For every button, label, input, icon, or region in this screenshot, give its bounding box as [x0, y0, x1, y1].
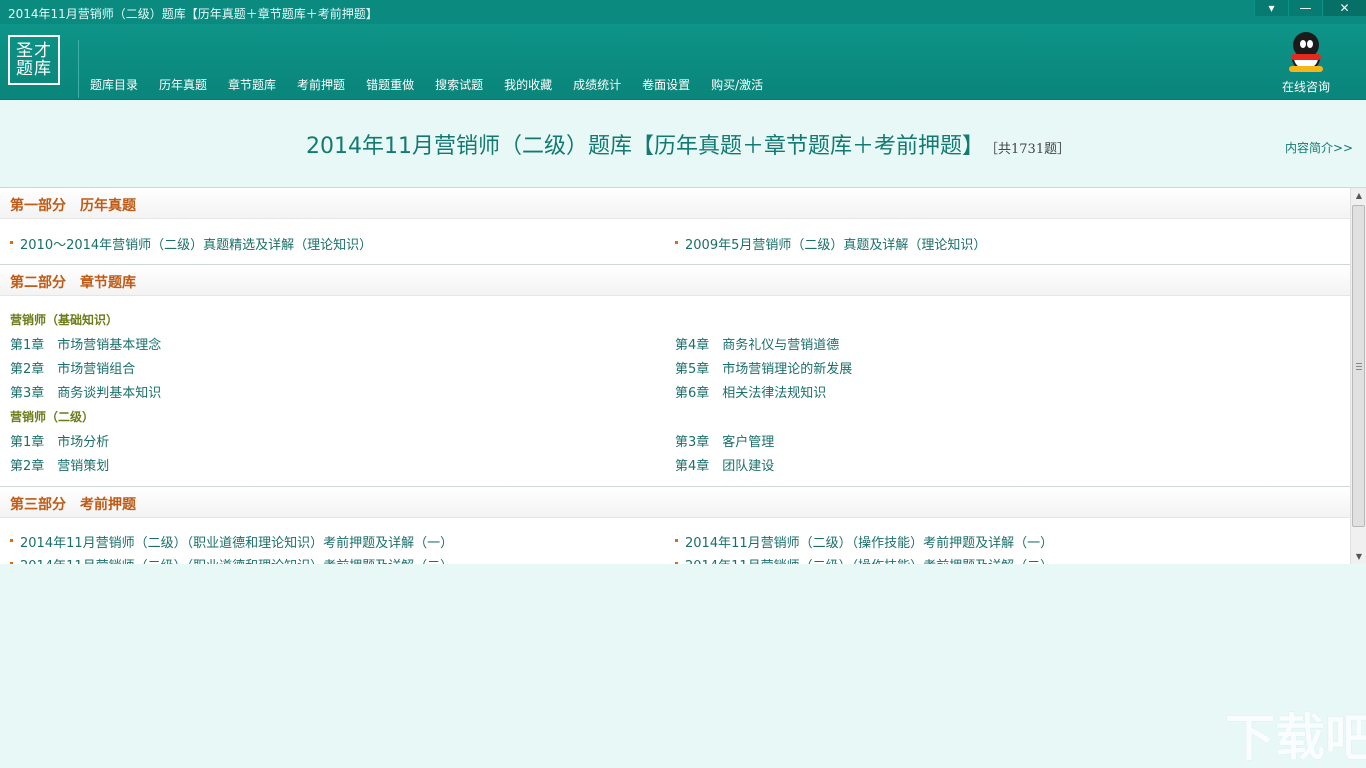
- logo-text: 圣才题库: [16, 41, 52, 79]
- consult-label: 在线咨询: [1281, 80, 1330, 94]
- chapter-link[interactable]: 第5章 市场营销理论的新发展: [675, 358, 852, 377]
- chapter-link[interactable]: 第3章 客户管理: [675, 431, 774, 450]
- chapter-link[interactable]: 第1章 市场分析: [10, 431, 109, 450]
- qq-penguin-icon: [1287, 32, 1325, 72]
- window-controls: ▾ — ✕: [1254, 0, 1366, 16]
- watermark-logo: 下载吧: [1225, 709, 1366, 767]
- section-header-chapter-bank: 第二部分 章节题库: [0, 265, 1350, 296]
- question-count: ［共1731题］: [985, 142, 1071, 157]
- nav-purchase[interactable]: 购买/激活: [711, 76, 763, 93]
- catalog-panel: 第一部分 历年真题 2010～2014年营销师（二级）真题精选及详解（理论知识）…: [0, 187, 1366, 564]
- chapter-link[interactable]: 第4章 团队建设: [675, 455, 774, 474]
- nav-statistics[interactable]: 成绩统计: [573, 76, 621, 93]
- scrollbar-thumb[interactable]: [1352, 205, 1365, 527]
- bullet-icon: [10, 562, 13, 564]
- mock-exam-link[interactable]: 2014年11月营销师（二级）（职业道德和理论知识）考前押题及详解（二）: [20, 555, 453, 564]
- chapter-link[interactable]: 第2章 营销策划: [10, 455, 109, 474]
- scroll-up-arrow-icon[interactable]: ▲: [1351, 188, 1366, 204]
- chapter-link[interactable]: 第1章 市场营销基本理念: [10, 334, 161, 353]
- nav-past-exams[interactable]: 历年真题: [159, 76, 207, 93]
- chapter-link[interactable]: 第4章 商务礼仪与营销道德: [675, 334, 839, 353]
- main-nav: 题库目录 历年真题 章节题库 考前押题 错题重做 搜索试题 我的收藏 成绩统计 …: [90, 76, 784, 93]
- nav-search[interactable]: 搜索试题: [435, 76, 483, 93]
- vertical-scrollbar[interactable]: ▲ ▼: [1350, 188, 1366, 564]
- bullet-icon: [675, 562, 678, 564]
- mock-exam-link[interactable]: 2014年11月营销师（二级）（职业道德和理论知识）考前押题及详解（一）: [20, 532, 453, 551]
- nav-settings[interactable]: 卷面设置: [642, 76, 690, 93]
- group-title-level2: 营销师（二级）: [10, 410, 95, 424]
- group-title-basics: 营销师（基础知识）: [10, 313, 119, 327]
- menu-dropdown-button[interactable]: ▾: [1254, 0, 1288, 16]
- nav-mock-exams[interactable]: 考前押题: [297, 76, 345, 93]
- online-consult-button[interactable]: 在线咨询: [1276, 32, 1336, 95]
- bullet-icon: [675, 539, 678, 542]
- nav-redo-mistakes[interactable]: 错题重做: [366, 76, 414, 93]
- window-title: 2014年11月营销师（二级）题库【历年真题＋章节题库＋考前押题】: [8, 7, 378, 21]
- chapter-link[interactable]: 第2章 市场营销组合: [10, 358, 135, 377]
- app-logo: 圣才题库: [8, 35, 60, 85]
- section-header-past-exams: 第一部分 历年真题: [0, 188, 1350, 219]
- link-past-exam-2[interactable]: 2009年5月营销师（二级）真题及详解（理论知识）: [685, 234, 986, 253]
- chapter-link[interactable]: 第6章 相关法律法规知识: [675, 382, 826, 401]
- app-header: 圣才题库 题库目录 历年真题 章节题库 考前押题 错题重做 搜索试题 我的收藏 …: [0, 24, 1366, 100]
- section-title: 第三部分 考前押题: [10, 497, 136, 513]
- bullet-icon: [10, 241, 13, 244]
- nav-catalog[interactable]: 题库目录: [90, 76, 138, 93]
- link-past-exam-1[interactable]: 2010～2014年营销师（二级）真题精选及详解（理论知识）: [20, 234, 372, 253]
- nav-chapter-bank[interactable]: 章节题库: [228, 76, 276, 93]
- mock-exam-link[interactable]: 2014年11月营销师（二级）（操作技能）考前押题及详解（二）: [685, 555, 1053, 564]
- minimize-button[interactable]: —: [1288, 0, 1322, 16]
- scroll-down-arrow-icon[interactable]: ▼: [1351, 549, 1366, 564]
- title-bar: 2014年11月营销师（二级）题库【历年真题＋章节题库＋考前押题】 ▾ — ✕: [0, 0, 1366, 24]
- section-header-mock-exams: 第三部分 考前押题: [0, 487, 1350, 518]
- bullet-icon: [675, 241, 678, 244]
- nav-divider: [78, 40, 79, 98]
- intro-link[interactable]: 内容简介>>: [1285, 139, 1353, 156]
- close-button[interactable]: ✕: [1322, 0, 1366, 16]
- chapter-link[interactable]: 第3章 商务谈判基本知识: [10, 382, 161, 401]
- bullet-icon: [10, 539, 13, 542]
- mock-exam-link[interactable]: 2014年11月营销师（二级）（操作技能）考前押题及详解（一）: [685, 532, 1053, 551]
- grip-icon: [1356, 363, 1362, 370]
- page-title: 2014年11月营销师（二级）题库【历年真题＋章节题库＋考前押题】: [306, 134, 984, 159]
- section-title: 第一部分 历年真题: [10, 198, 136, 214]
- section-title: 第二部分 章节题库: [10, 275, 136, 291]
- nav-favorites[interactable]: 我的收藏: [504, 76, 552, 93]
